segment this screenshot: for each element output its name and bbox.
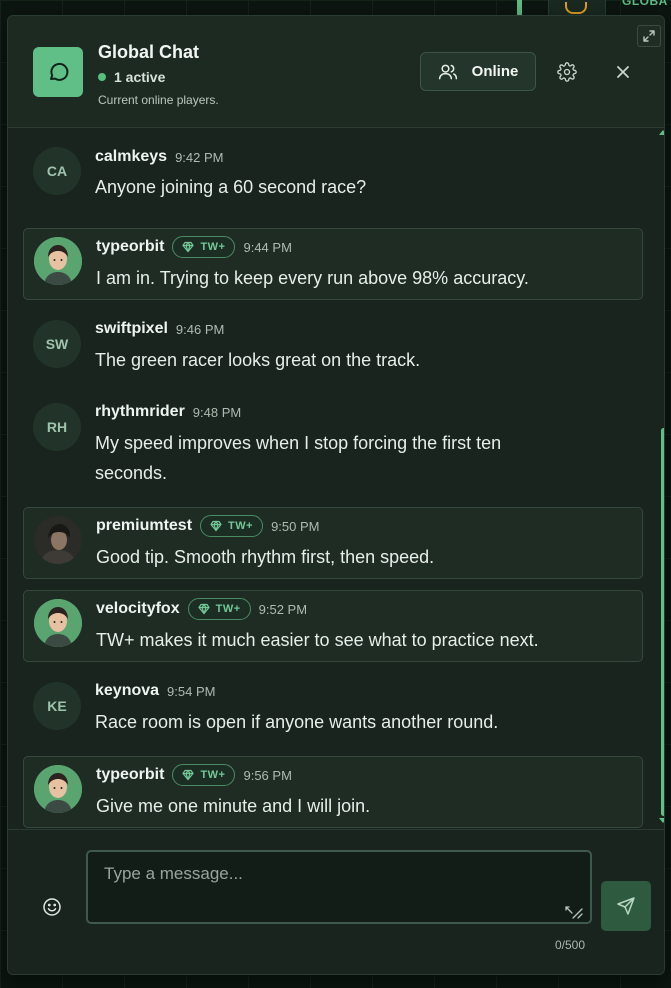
send-icon [617, 897, 635, 915]
scroll-up-arrow-icon[interactable] [659, 130, 664, 135]
message-header: calmkeys 9:42 PM [95, 148, 223, 166]
message-text: Give me one minute and I will join. [96, 796, 371, 816]
timestamp: 9:42 PM [175, 149, 224, 165]
message-item: typeorbit TW+ 9:56 PM Give me one minute… [23, 756, 643, 828]
online-button-label: Online [471, 63, 519, 80]
avatar[interactable]: KE [33, 682, 81, 730]
chat-bubble-icon [33, 47, 83, 97]
username[interactable]: rhythmrider [95, 403, 185, 421]
username[interactable]: premiumtest [96, 517, 192, 535]
badge-label: TW+ [215, 603, 241, 615]
badge-label: TW+ [228, 520, 254, 532]
gem-icon [210, 520, 222, 532]
message-input[interactable] [86, 850, 592, 924]
message-composer: 0/500 [8, 829, 664, 974]
send-button[interactable] [601, 881, 651, 931]
message-item: typeorbit TW+ 9:44 PM I am in. Trying to… [23, 228, 643, 300]
avatar[interactable] [34, 765, 82, 813]
username[interactable]: velocityfox [96, 600, 180, 618]
emoji-button[interactable] [41, 896, 63, 918]
chat-subtitle: Current online players. [98, 93, 219, 107]
emoji-icon [43, 898, 61, 916]
message-text: TW+ makes it much easier to see what to … [96, 630, 539, 650]
player-avatar-icon [34, 599, 82, 647]
message-item: velocityfox TW+ 9:52 PM TW+ makes it muc… [23, 590, 643, 662]
player-avatar-icon [34, 765, 82, 813]
avatar[interactable] [34, 599, 82, 647]
badge-label: TW+ [200, 769, 226, 781]
close-button[interactable] [611, 60, 635, 84]
avatar[interactable] [34, 237, 82, 285]
timestamp: 9:44 PM [243, 239, 292, 255]
message-item: RH rhythmrider 9:48 PM My speed improves… [23, 394, 643, 496]
tw-plus-badge: TW+ [172, 236, 236, 258]
character-count: 0/500 [555, 938, 586, 952]
badge-label: TW+ [200, 241, 226, 253]
gem-icon [182, 769, 195, 781]
message-text: The green racer looks great on the track… [95, 350, 421, 370]
username[interactable]: calmkeys [95, 148, 167, 166]
gear-icon [557, 62, 577, 82]
username[interactable]: typeorbit [96, 238, 164, 256]
trophy-icon [565, 2, 587, 14]
message-item: CA calmkeys 9:42 PM Anyone joining a 60 … [23, 137, 643, 209]
message-text: Race room is open if anyone wants anothe… [95, 712, 499, 732]
online-button[interactable]: Online [420, 52, 536, 91]
avatar[interactable] [34, 516, 82, 564]
message-text: Anyone joining a 60 second race? [95, 177, 367, 197]
timestamp: 9:52 PM [258, 601, 308, 617]
expand-icon [643, 30, 655, 42]
timestamp: 9:54 PM [167, 683, 216, 699]
message-header: rhythmrider 9:48 PM [95, 403, 241, 421]
tw-plus-badge: TW+ [187, 598, 251, 620]
online-dot-icon [98, 73, 106, 81]
scroll-down-arrow-icon[interactable] [659, 818, 664, 823]
gem-icon [197, 603, 210, 615]
resize-handle-icon[interactable] [564, 904, 584, 920]
message-item: SW swiftpixel 9:46 PM The green racer lo… [23, 311, 643, 383]
username[interactable]: swiftpixel [95, 320, 168, 338]
message-text: I am in. Trying to keep every run above … [96, 268, 529, 288]
message-header: swiftpixel 9:46 PM [95, 320, 224, 338]
message-list[interactable]: CA calmkeys 9:42 PM Anyone joining a 60 … [8, 129, 664, 829]
active-status: 1 active [98, 69, 165, 85]
timestamp: 9:46 PM [175, 321, 225, 337]
tw-plus-badge: TW+ [172, 764, 236, 786]
chat-header: Global Chat 1 active Current online play… [8, 16, 664, 128]
background-label: GLOBA [622, 0, 668, 8]
avatar[interactable]: CA [33, 147, 81, 195]
background-accent-bar [517, 0, 522, 16]
message-text: My speed improves when I stop forcing th… [95, 433, 502, 483]
active-count: 1 active [114, 69, 166, 85]
timestamp: 9:48 PM [192, 404, 242, 420]
message-text: Good tip. Smooth rhythm first, then spee… [96, 547, 435, 567]
avatar[interactable]: SW [33, 320, 81, 368]
message-header: premiumtest TW+ 9:50 PM [96, 515, 319, 537]
message-header: keynova 9:54 PM [95, 682, 215, 700]
scrollbar-thumb[interactable] [661, 428, 664, 816]
message-header: velocityfox TW+ 9:52 PM [96, 598, 307, 620]
tw-plus-badge: TW+ [200, 515, 264, 537]
expand-button[interactable] [637, 25, 661, 47]
player-avatar-icon [34, 516, 82, 564]
player-avatar-icon [34, 237, 82, 285]
users-icon [438, 64, 457, 79]
avatar[interactable]: RH [33, 403, 81, 451]
chat-panel: Global Chat 1 active Current online play… [7, 15, 665, 975]
gem-icon [182, 241, 195, 253]
timestamp: 9:50 PM [271, 518, 320, 534]
settings-button[interactable] [555, 60, 579, 84]
message-item: KE keynova 9:54 PM Race room is open if … [23, 673, 643, 745]
username[interactable]: typeorbit [96, 766, 164, 784]
chat-title: Global Chat [98, 42, 200, 62]
timestamp: 9:56 PM [243, 767, 292, 783]
message-item: premiumtest TW+ 9:50 PM Good tip. Smooth… [23, 507, 643, 579]
username[interactable]: keynova [95, 682, 159, 700]
message-header: typeorbit TW+ 9:56 PM [96, 764, 292, 786]
close-icon [617, 66, 629, 78]
message-header: typeorbit TW+ 9:44 PM [96, 236, 292, 258]
